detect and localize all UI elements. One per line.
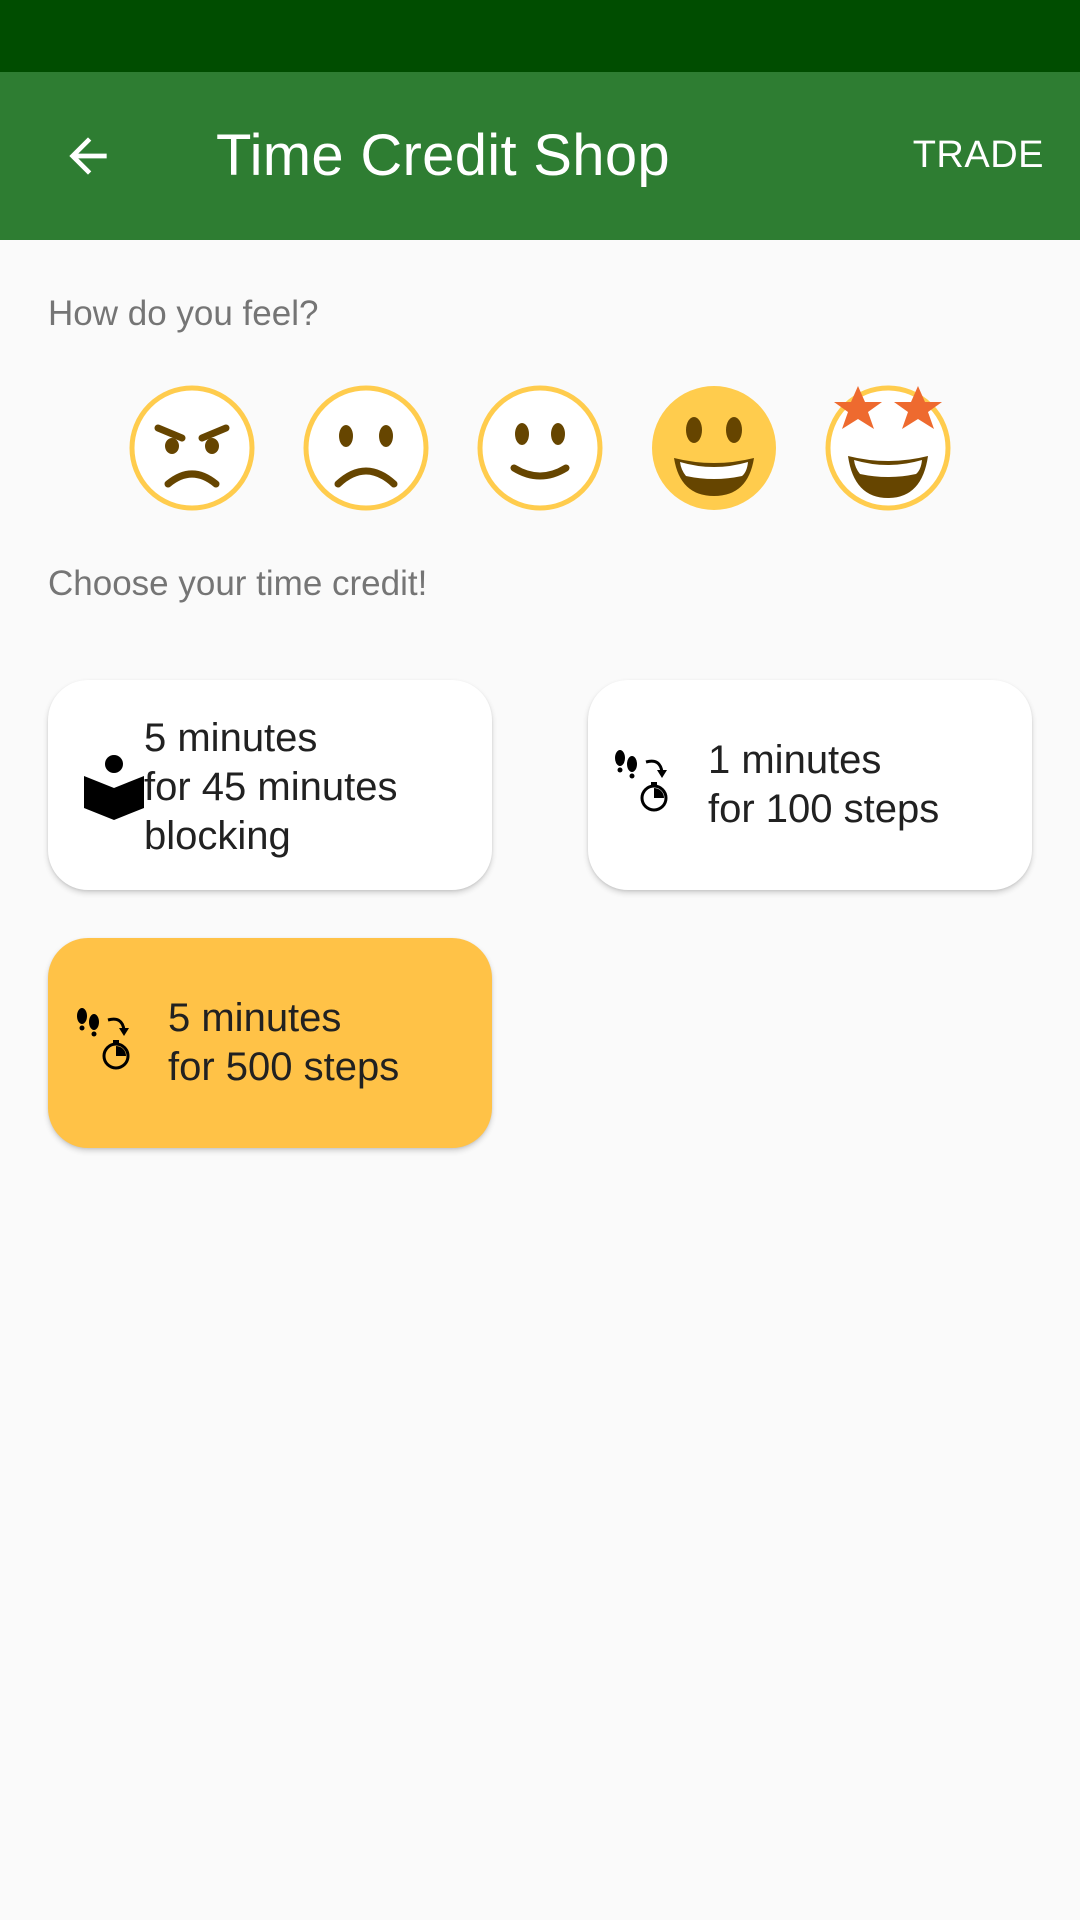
app-bar: Time Credit Shop TRADE (0, 72, 1080, 240)
credit-card-500-steps[interactable]: 5 minutes for 500 steps (48, 938, 492, 1148)
steps-timer-icon (615, 750, 668, 812)
reading-person-icon (84, 755, 144, 820)
trade-button[interactable]: TRADE (913, 134, 1044, 177)
credit-card-line1: 5 minutes (168, 996, 342, 1040)
grinning-face-icon (652, 386, 776, 510)
mood-option-angry[interactable] (128, 384, 256, 512)
frowning-face-icon (303, 385, 429, 511)
credit-card-line2: for 45 minutes (144, 765, 398, 809)
credit-card-blocking[interactable]: 5 minutes for 45 minutes blocking (48, 680, 492, 890)
credit-card-100-steps[interactable]: 1 minutes for 100 steps (588, 680, 1032, 890)
credit-card-line1: 5 minutes (144, 716, 318, 760)
mood-option-sad[interactable] (302, 384, 430, 512)
star-struck-face-icon (825, 385, 951, 511)
arrow-back-icon (69, 137, 107, 175)
credit-card-line1: 1 minutes (708, 738, 882, 782)
mood-prompt: How do you feel? (48, 294, 319, 333)
credit-card-line3: blocking (144, 814, 291, 858)
credit-prompt: Choose your time credit! (48, 564, 428, 603)
mood-option-happy[interactable] (650, 384, 778, 512)
mood-selector (0, 384, 1080, 514)
status-bar (0, 0, 1080, 72)
mood-option-excited[interactable] (824, 384, 952, 512)
back-button[interactable] (46, 114, 130, 198)
credit-card-line2: for 500 steps (168, 1045, 400, 1089)
page-title: Time Credit Shop (216, 123, 670, 188)
angry-face-icon (129, 385, 255, 511)
steps-timer-icon (77, 1008, 130, 1070)
mood-option-neutral[interactable] (476, 384, 604, 512)
slightly-smiling-face-icon (477, 385, 603, 511)
credit-card-line2: for 100 steps (708, 787, 940, 831)
